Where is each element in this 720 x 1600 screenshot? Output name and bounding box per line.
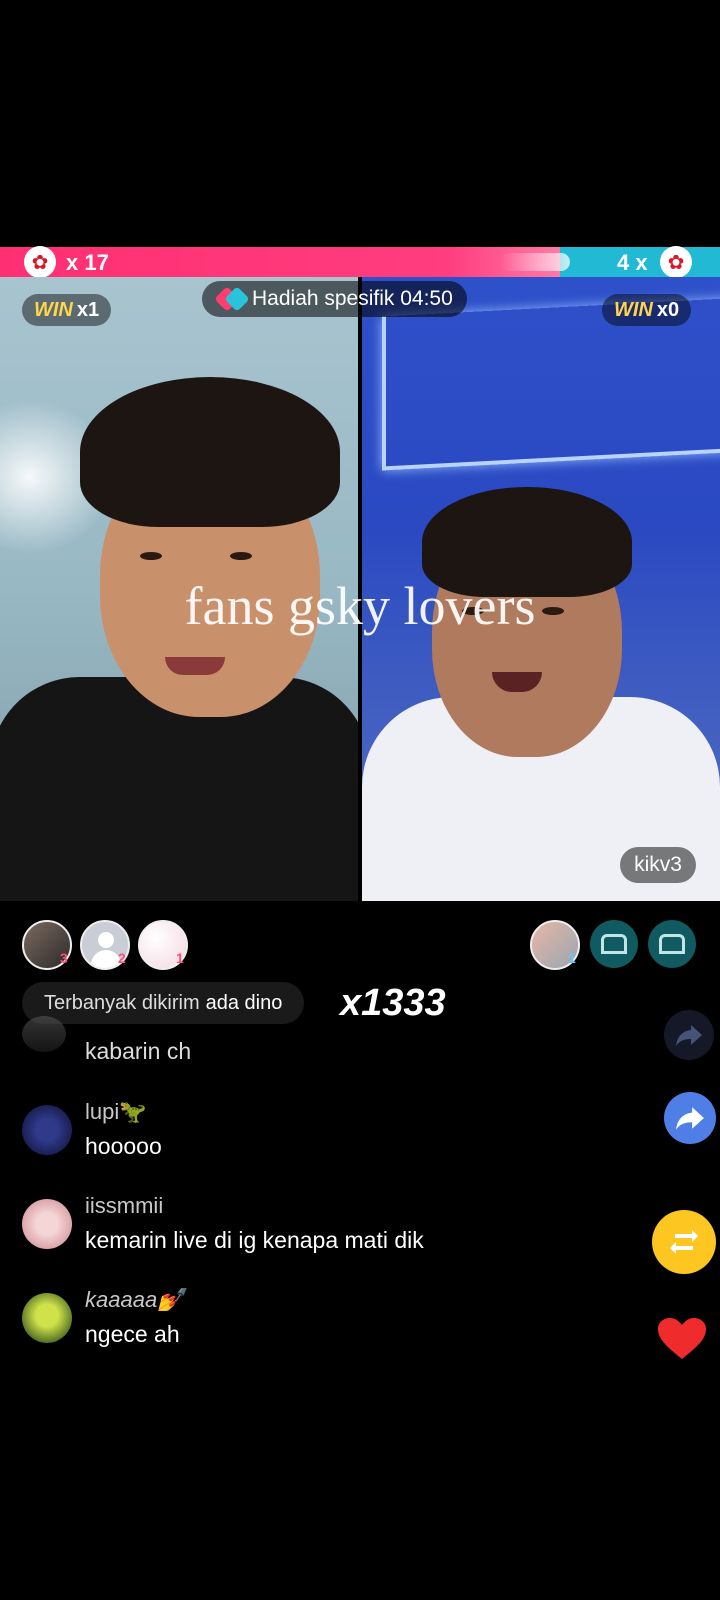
left-win-badge: WIN x1 (22, 294, 112, 326)
chat-username[interactable]: iissmmii (85, 1193, 163, 1219)
repost-icon[interactable] (652, 1210, 716, 1274)
win-label: WIN (614, 298, 653, 321)
chat-username[interactable]: kaaaaa💅 (85, 1287, 185, 1313)
supporter-rank: 1 (568, 950, 576, 966)
win-count: x1 (76, 298, 100, 321)
supporter-rank: 1 (176, 950, 184, 966)
supporter-rank: 3 (60, 950, 68, 966)
supporter-rank: 2 (118, 950, 126, 966)
top-sender-prefix: Terbanyak dikirim (44, 991, 200, 1014)
gift-challenge-timer[interactable]: Hadiah spesifik 04:50 (202, 281, 467, 317)
gift-challenge-icon (214, 286, 250, 312)
rose-icon: ✿ (24, 246, 56, 278)
chat-username[interactable]: lupi🦖 (85, 1099, 147, 1125)
right-score: 4 x (617, 250, 648, 275)
chat-avatar[interactable] (22, 1105, 72, 1155)
left-score: x 17 (66, 250, 109, 275)
win-count: x0 (656, 298, 680, 321)
share-icon[interactable] (664, 1010, 714, 1060)
right-win-badge: WIN x0 (602, 294, 692, 326)
chat-message: kemarin live di ig kenapa mati dik (85, 1227, 424, 1253)
empty-seat-icon[interactable] (590, 920, 638, 968)
score-spark (500, 253, 570, 271)
win-label: WIN (34, 298, 73, 321)
share-icon[interactable] (664, 1092, 716, 1144)
battle-score-bar: ✿ x 17 4 x ✿ (0, 246, 720, 278)
chat-message: hooooo (85, 1133, 162, 1159)
watermark-text: fans gsky lovers (184, 576, 536, 636)
top-sender-banner: Terbanyak dikirim ada dino (22, 982, 305, 1024)
heart-icon[interactable] (654, 1314, 710, 1364)
opponent-name-tag[interactable]: kikv3 (620, 847, 696, 883)
chat-message: kabarin ch (85, 1038, 192, 1064)
empty-seat-icon[interactable] (648, 920, 696, 968)
chat-message: ngece ah (85, 1321, 180, 1347)
gift-combo-count: x1333 (340, 982, 446, 1024)
chat-avatar[interactable] (22, 1199, 72, 1249)
rose-icon: ✿ (660, 246, 692, 278)
gift-challenge-label: Hadiah spesifik 04:50 (252, 287, 453, 310)
chat-avatar[interactable] (22, 1293, 72, 1343)
chat-avatar[interactable] (22, 1016, 66, 1052)
top-sender-name: ada dino (205, 991, 283, 1014)
